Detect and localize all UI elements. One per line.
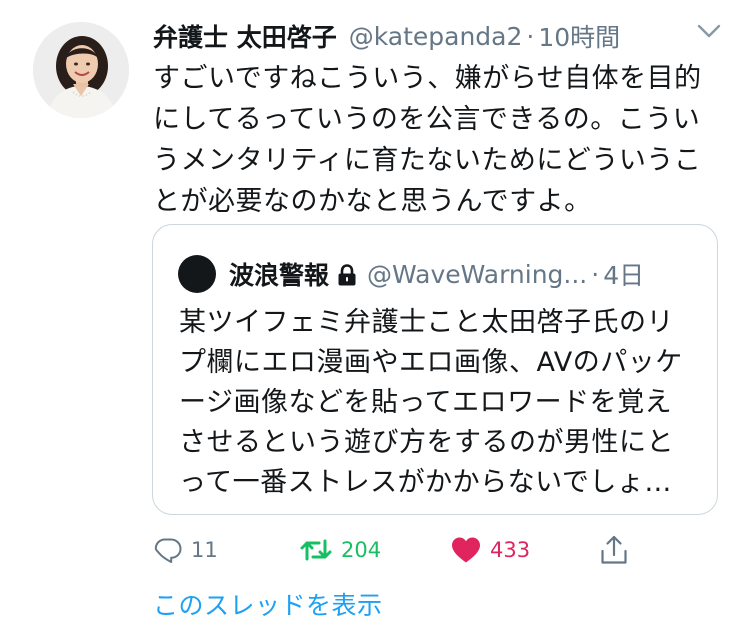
retweet-button[interactable]: 204 [299,532,381,568]
share-button[interactable] [599,532,629,568]
lock-icon [337,263,357,286]
quoted-tweet-timestamp[interactable]: 4日 [603,256,644,292]
separator-dot: · [526,21,535,51]
quoted-tweet-text: 某ツイフェミ弁護士こと太田啓子氏のリプ欄にエロ漫画やエロ画像、AVのパッケージ画… [179,307,683,498]
tweet-action-bar: 11 204 433 [153,532,653,568]
retweet-icon [299,535,333,565]
heart-icon [450,535,482,565]
quoted-author-display-name[interactable]: 波浪警報 [229,256,329,292]
tweet-header: 弁護士 太田啓子 @katepanda2 · 10時間 [153,16,620,56]
reply-icon [153,535,183,565]
reply-button[interactable]: 11 [153,532,218,568]
author-avatar[interactable] [33,22,129,118]
reply-count: 11 [191,538,218,562]
quoted-tweet-card[interactable]: 波浪警報 @WaveWarning... · 4日 某ツイフェミ弁護士こと太田啓… [152,224,718,515]
retweet-count: 204 [341,538,382,562]
author-handle[interactable]: @katepanda2 [349,22,523,51]
like-button[interactable]: 433 [450,532,530,568]
quoted-author-handle[interactable]: @WaveWarning... [367,260,587,289]
quoted-author-avatar[interactable] [178,255,216,293]
like-count: 433 [490,538,531,562]
show-thread-link[interactable]: このスレッドを表示 [153,586,383,622]
author-display-name[interactable]: 弁護士 太田啓子 [153,18,337,54]
tweet-text: すごいですねこういう、嫌がらせ自体を目的にしてるっていうのを公言できるの。こうい… [153,63,702,217]
share-icon [599,534,629,566]
tweet-timestamp[interactable]: 10時間 [538,18,620,54]
chevron-down-icon[interactable] [696,22,722,40]
quoted-tweet-header: 波浪警報 @WaveWarning... · 4日 [229,253,644,295]
quoted-separator-dot: · [591,259,600,289]
